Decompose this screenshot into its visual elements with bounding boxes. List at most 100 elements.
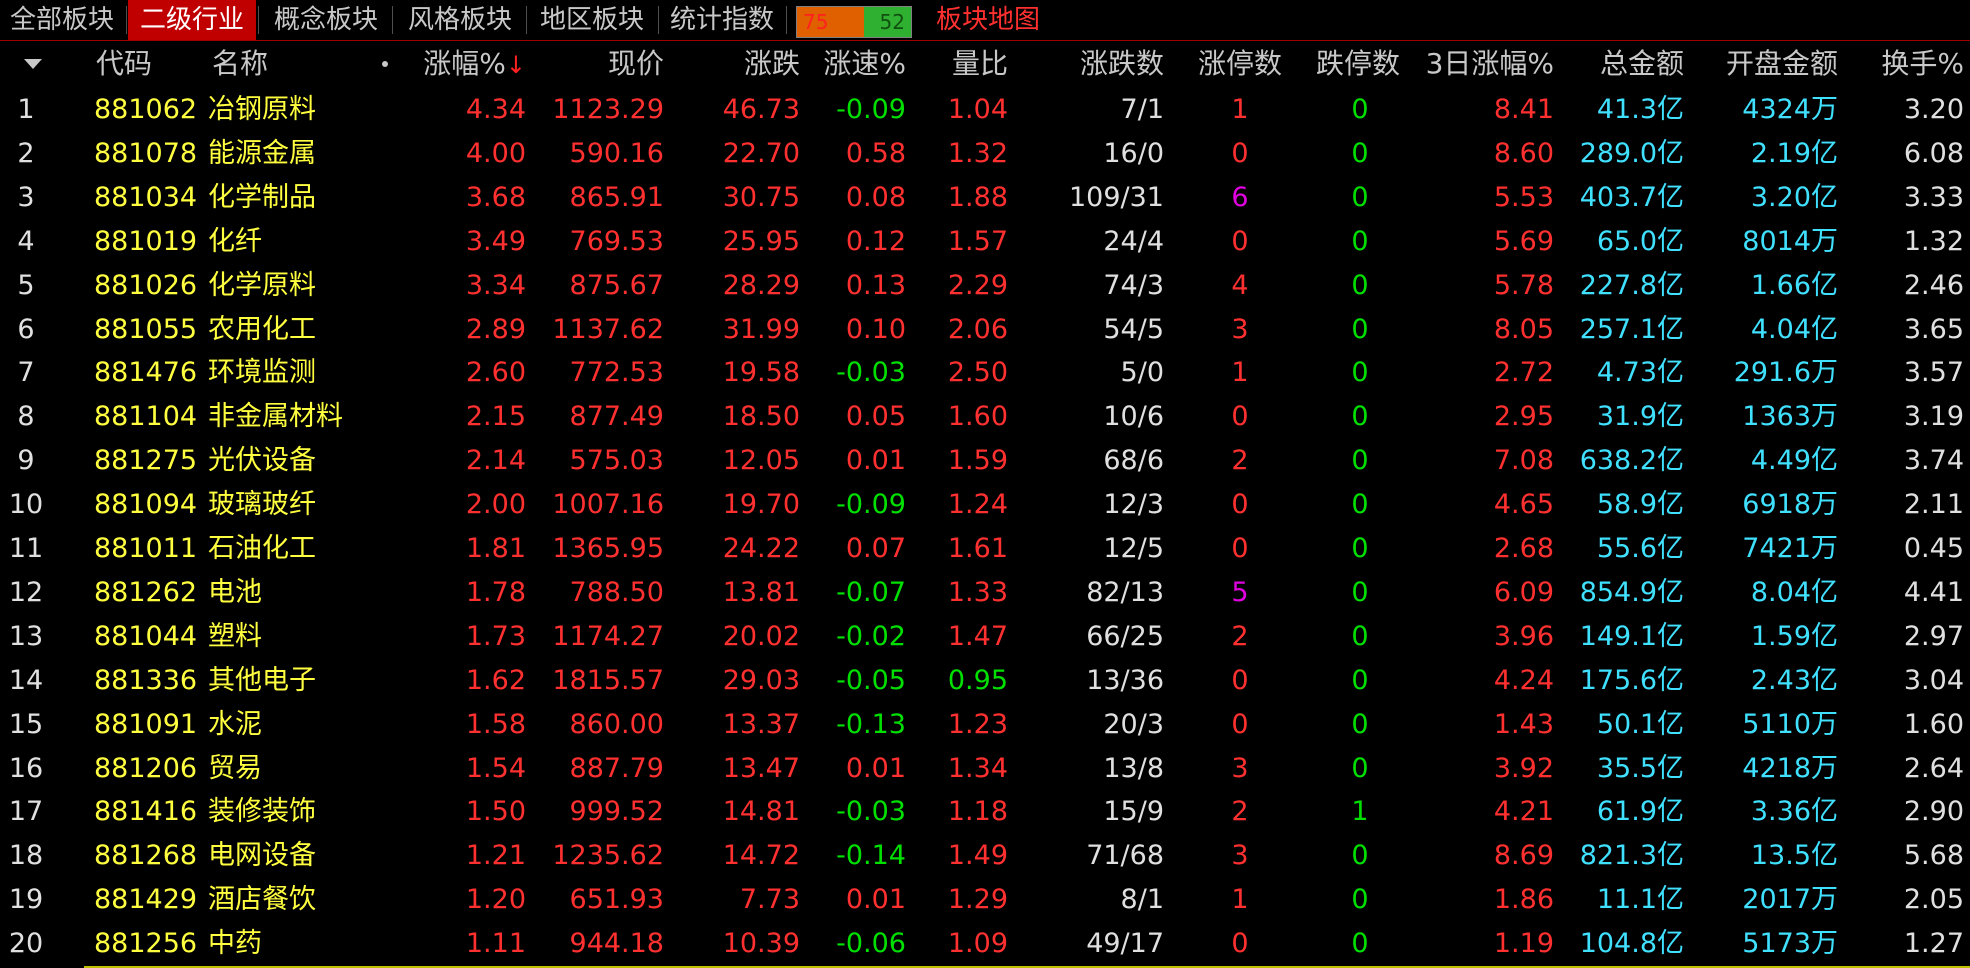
column-header-limit-up[interactable]: 涨停数: [1160, 44, 1282, 84]
turnover: 3.74: [1903, 445, 1964, 477]
table-row[interactable]: 12 881262 电池 1.78 788.50 13.81 -0.07 1.33 82/13 5…: [0, 571, 1970, 615]
table-row[interactable]: 4 881019 化纤 3.49 769.53 25.95 0.12 1.57 24/4 0 0 5.…: [0, 220, 1970, 264]
sector-code: 881019: [94, 225, 198, 257]
total-amount: 4.73亿: [1596, 357, 1684, 389]
turnover: 2.97: [1903, 620, 1964, 652]
column-header-change[interactable]: 涨跌: [680, 44, 800, 84]
column-header-total-amount[interactable]: 总金额: [1560, 44, 1684, 84]
table-row[interactable]: 20 881256 中药 1.11 944.18 10.39 -0.06 1.09 49/17 0…: [0, 922, 1970, 966]
limit-down-count: 0: [1351, 840, 1369, 872]
column-menu-button[interactable]: [0, 44, 70, 84]
three-day-change: 7.08: [1493, 445, 1554, 477]
total-amount: 854.9亿: [1579, 576, 1684, 608]
volume-ratio: 1.59: [947, 445, 1008, 477]
limit-up-count: 6: [1231, 181, 1249, 213]
turnover: 5.68: [1903, 840, 1964, 872]
column-header-speed[interactable]: 涨速%: [800, 44, 906, 84]
change: 19.70: [722, 489, 800, 521]
row-number: 19: [8, 884, 44, 916]
table-row[interactable]: 11 881011 石油化工 1.81 1365.95 24.22 0.07 1.61 12/5…: [0, 527, 1970, 571]
sector-code: 881026: [94, 269, 198, 301]
tab-secondary-industry[interactable]: 二级行业: [128, 0, 256, 40]
sector-code: 881078: [94, 137, 198, 169]
change-pct: 1.54: [465, 752, 526, 784]
limit-up-count: 1: [1231, 94, 1249, 125]
tab-statistics-index[interactable]: 统计指数: [660, 0, 784, 40]
column-header-limit-down[interactable]: 跌停数: [1280, 44, 1400, 84]
open-amount: 8.04亿: [1750, 576, 1838, 608]
change: 13.81: [722, 576, 800, 608]
change: 30.75: [722, 181, 800, 213]
sector-name: 玻璃玻纤: [208, 489, 316, 521]
column-header-name[interactable]: 名称: [212, 44, 268, 84]
column-header-volume-ratio[interactable]: 量比: [900, 44, 1008, 84]
sector-code: 881429: [94, 884, 198, 916]
sector-name: 电池: [208, 576, 262, 608]
three-day-change: 2.95: [1493, 401, 1554, 433]
table-row[interactable]: 8 881104 非金属材料 2.15 877.49 18.50 0.05 1.60 10/6 0…: [0, 395, 1970, 439]
table-row[interactable]: 7 881476 环境监测 2.60 772.53 19.58 -0.03 2.50 5/0 1 0…: [0, 351, 1970, 395]
table-row[interactable]: 9 881275 光伏设备 2.14 575.03 12.05 0.01 1.59 68/6 2 0…: [0, 439, 1970, 483]
table-row[interactable]: 13 881044 塑料 1.73 1174.27 20.02 -0.02 1.47 66/25…: [0, 615, 1970, 659]
row-number: 15: [8, 708, 44, 740]
column-header-turnover[interactable]: 换手%: [1850, 44, 1964, 84]
table-row[interactable]: 16 881206 贸易 1.54 887.79 13.47 0.01 1.34 13/8 3 0 3…: [0, 747, 1970, 791]
change-pct: 2.15: [465, 401, 526, 433]
column-header-code[interactable]: 代码: [96, 44, 152, 84]
column-header-change-pct[interactable]: 涨幅%↓: [400, 44, 526, 84]
column-header-open-amount[interactable]: 开盘金额: [1690, 44, 1838, 84]
total-amount: 403.7亿: [1579, 181, 1684, 213]
tab-divider: [126, 6, 127, 34]
table-row[interactable]: 14 881336 其他电子 1.62 1815.57 29.03 -0.05 0.95 13/…: [0, 659, 1970, 703]
change-pct: 1.20: [465, 884, 526, 916]
sector-code: 881055: [94, 313, 198, 345]
table-row[interactable]: 6 881055 农用化工 2.89 1137.62 31.99 0.10 2.06 54/5 3…: [0, 308, 1970, 352]
row-number: 12: [8, 576, 44, 608]
column-header-price[interactable]: 现价: [540, 44, 664, 84]
table-row[interactable]: 19 881429 酒店餐饮 1.20 651.93 7.73 0.01 1.29 8/1 1 0 1…: [0, 878, 1970, 922]
sector-name: 塑料: [208, 620, 262, 652]
change-pct: 1.58: [465, 708, 526, 740]
tab-divider: [258, 6, 259, 34]
limit-down-count: 0: [1351, 269, 1369, 301]
change-pct: 2.00: [465, 489, 526, 521]
tab-concept-sectors[interactable]: 概念板块: [262, 0, 390, 40]
three-day-change: 2.68: [1493, 533, 1554, 564]
speed: -0.09: [836, 489, 906, 521]
volume-ratio: 1.29: [947, 884, 1008, 916]
column-header-updown-count[interactable]: 涨跌数: [1040, 44, 1164, 84]
table-row[interactable]: 17 881416 装修装饰 1.50 999.52 14.81 -0.03 1.18 15/9…: [0, 790, 1970, 834]
tab-all-sectors[interactable]: 全部板块: [0, 0, 124, 40]
limit-down-count: 0: [1351, 928, 1369, 960]
row-number: 4: [17, 225, 35, 257]
column-header-3day-change[interactable]: 3日涨幅%: [1410, 44, 1554, 84]
speed: 0.01: [845, 445, 906, 477]
table-row[interactable]: 10 881094 玻璃玻纤 2.00 1007.16 19.70 -0.09 1.24 12/…: [0, 483, 1970, 527]
tab-bar: 全部板块 二级行业 概念板块 风格板块 地区板块 统计指数 75 52 板块地图: [0, 0, 1970, 41]
table-row[interactable]: 15 881091 水泥 1.58 860.00 13.37 -0.13 1.23 20/3 0 0…: [0, 703, 1970, 747]
limit-up-count: 0: [1231, 533, 1249, 564]
tab-region-sectors[interactable]: 地区板块: [528, 0, 656, 40]
limit-up-count: 0: [1231, 401, 1249, 433]
change: 18.50: [722, 401, 800, 433]
price: 875.67: [569, 269, 664, 301]
tab-style-sectors[interactable]: 风格板块: [396, 0, 524, 40]
table-row[interactable]: 3 881034 化学制品 3.68 865.91 30.75 0.08 1.88 109/31…: [0, 176, 1970, 220]
sector-code: 881034: [94, 181, 198, 213]
limit-down-count: 0: [1351, 664, 1369, 696]
change-pct: 2.14: [465, 445, 526, 477]
advance-decline-ratio-bar: 75 52: [796, 6, 912, 38]
open-amount: 13.5亿: [1750, 840, 1838, 872]
table-row[interactable]: 2 881078 能源金属 4.00 590.16 22.70 0.58 1.32 16/0 0 0…: [0, 132, 1970, 176]
updown-count: 24/4: [1103, 225, 1164, 257]
change-pct: 1.78: [465, 576, 526, 608]
change: 13.47: [722, 752, 800, 784]
table-row[interactable]: 1 881062 冶钢原料 4.34 1123.29 46.73 -0.09 1.04 7/1 1…: [0, 88, 1970, 132]
limit-up-count: 1: [1231, 357, 1249, 389]
updown-count: 13/36: [1086, 664, 1164, 696]
sector-map-link[interactable]: 板块地图: [936, 0, 1040, 40]
table-row[interactable]: 5 881026 化学原料 3.34 875.67 28.29 0.13 2.29 74/3 4 0…: [0, 264, 1970, 308]
table-row[interactable]: 18 881268 电网设备 1.21 1235.62 14.72 -0.14 1.49 71/…: [0, 834, 1970, 878]
limit-down-count: 0: [1351, 533, 1369, 564]
total-amount: 175.6亿: [1579, 664, 1684, 696]
